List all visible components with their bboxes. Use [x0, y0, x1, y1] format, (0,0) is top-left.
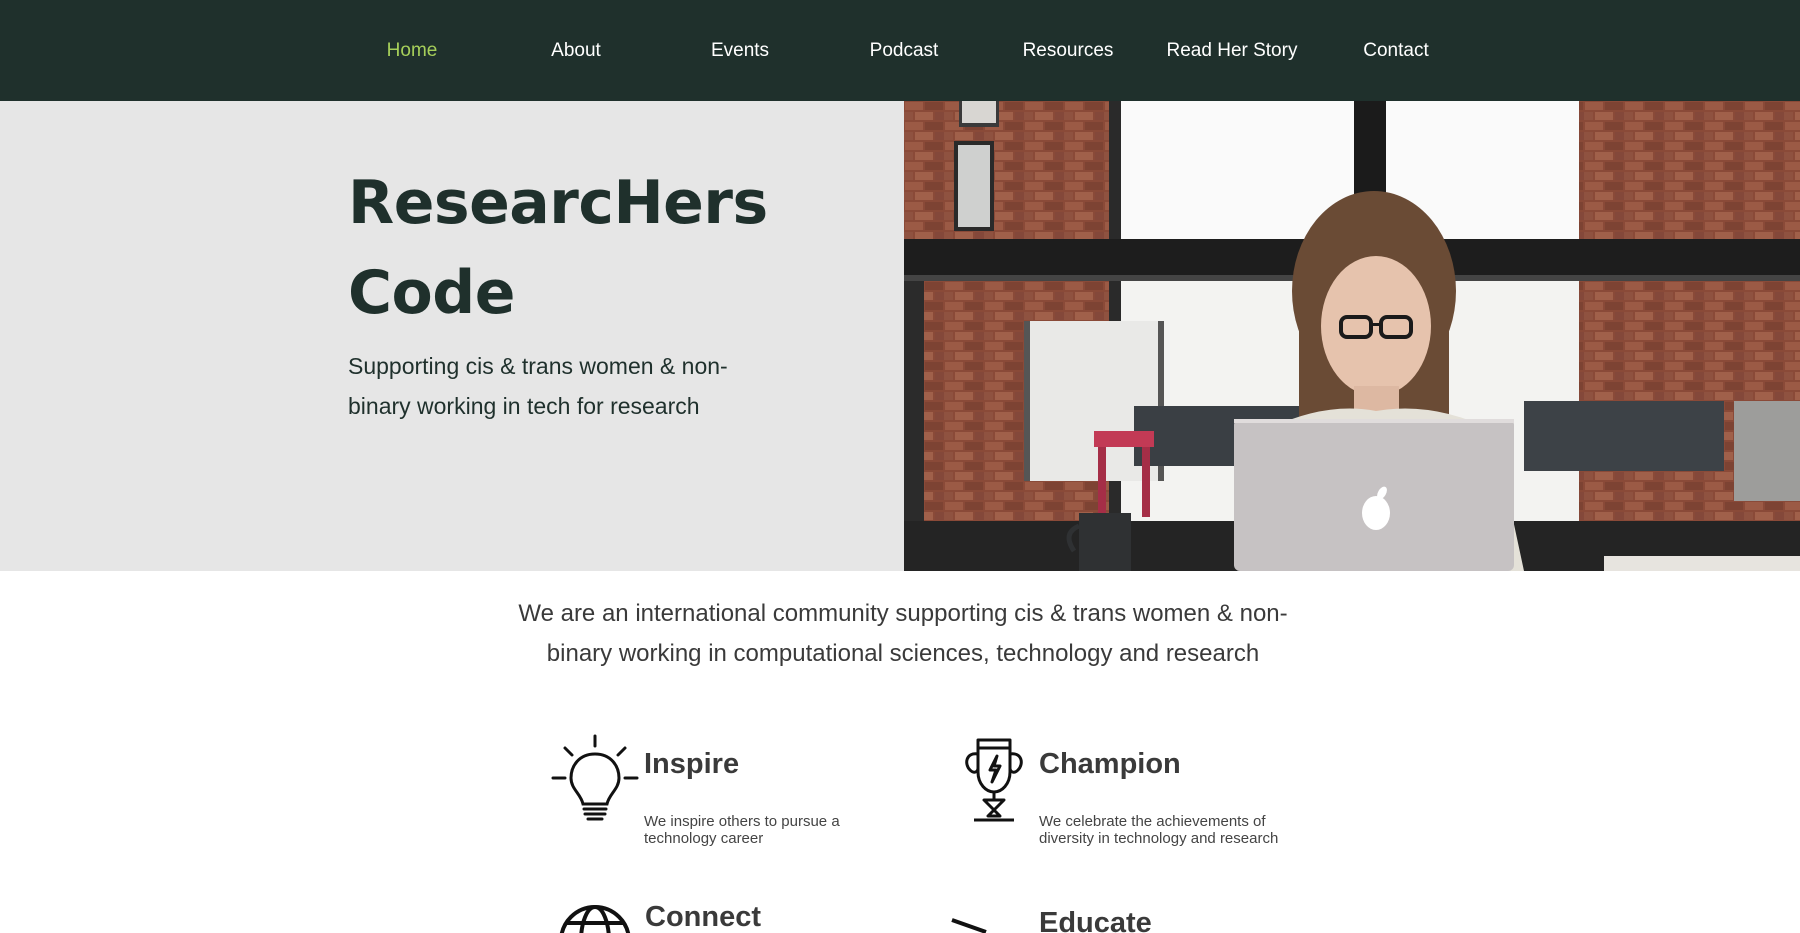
hero-photo [904, 101, 1800, 571]
nav-item-podcast[interactable]: Podcast [834, 37, 974, 65]
feature-desc-champion: We celebrate the achievements of diversi… [1039, 813, 1279, 847]
hero-subtitle: Supporting cis & trans women & non-binar… [348, 353, 728, 419]
hero-title: ResearcHers Code [348, 158, 868, 338]
education-icon [950, 918, 990, 933]
feature-desc-inspire: We inspire others to pursue a technology… [644, 813, 840, 847]
hero-title-line2: Code [348, 258, 515, 328]
hero-title-line1: ResearcHers [348, 168, 768, 238]
nav-item-contact[interactable]: Contact [1326, 37, 1466, 65]
nav-item-events[interactable]: Events [670, 37, 810, 65]
feature-title-inspire: Inspire [644, 748, 740, 780]
lightbulb-icon [551, 734, 639, 824]
hero-photo-illustration [904, 101, 1800, 571]
trophy-icon [962, 738, 1026, 824]
nav-item-about[interactable]: About [506, 37, 646, 65]
nav-item-home[interactable]: Home [342, 37, 482, 65]
nav-item-resources[interactable]: Resources [998, 37, 1138, 65]
feature-title-connect: Connect [645, 901, 761, 933]
feature-title-educate: Educate [1039, 907, 1152, 933]
nav-item-read-her-story[interactable]: Read Her Story [1162, 37, 1302, 65]
intro-text: We are an international community suppor… [518, 600, 1288, 667]
feature-title-champion: Champion [1039, 748, 1181, 780]
top-navigation: Home About Events Podcast Resources Read… [0, 0, 1800, 101]
globe-icon [557, 903, 633, 933]
